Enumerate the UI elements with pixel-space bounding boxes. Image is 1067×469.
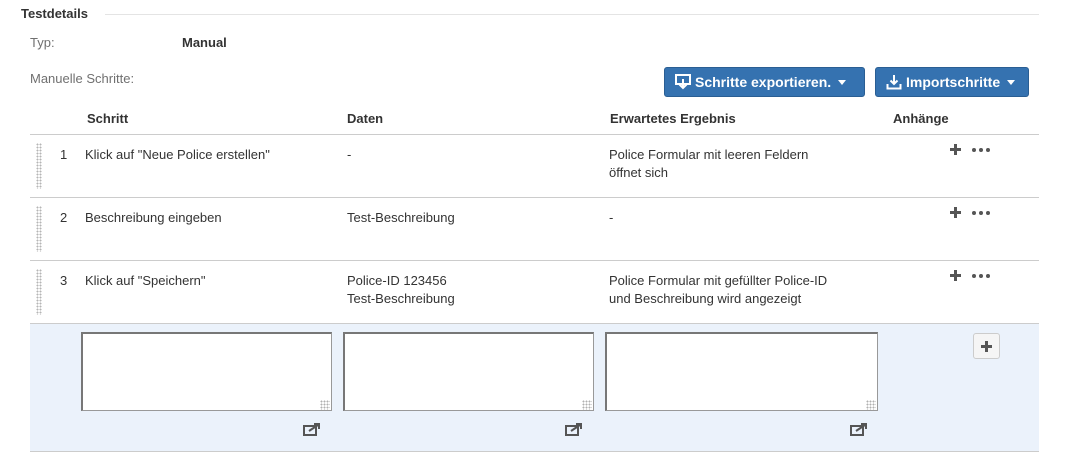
table-row: 2 Beschreibung eingeben Test-Beschreibun… — [30, 198, 1039, 261]
step-data-line: Police-ID 123456 — [347, 273, 447, 288]
step-data-line: Test-Beschreibung — [347, 291, 455, 306]
new-expected-field-wrap — [605, 324, 878, 452]
step-number: 1 — [60, 147, 68, 162]
import-download-icon — [886, 75, 902, 90]
add-attachment-icon[interactable] — [950, 144, 961, 155]
new-step-input[interactable] — [81, 332, 332, 411]
section-title: Testdetails — [21, 6, 88, 21]
step-expected-line: Police Formular mit gefüllter Police-ID — [609, 273, 828, 288]
step-expected[interactable]: Police Formular mit gefüllter Police-ID … — [609, 272, 827, 308]
step-data-line: - — [347, 147, 352, 162]
step-data[interactable]: Police-ID 123456 Test-Beschreibung — [347, 272, 455, 308]
share-icon[interactable] — [850, 422, 868, 436]
plus-icon — [981, 341, 992, 352]
step-text[interactable]: Klick auf "Speichern" — [85, 272, 206, 290]
step-expected-line: Police Formular mit leeren Feldern — [609, 147, 809, 162]
drag-handle-icon[interactable] — [36, 143, 42, 189]
step-text[interactable]: Klick auf "Neue Police erstellen" — [85, 146, 270, 164]
step-expected-line: und Beschreibung wird angezeigt — [609, 291, 802, 306]
add-step-button[interactable] — [973, 333, 1000, 359]
drag-handle-icon[interactable] — [36, 206, 42, 252]
import-steps-label: Importschritte — [906, 74, 1001, 90]
step-expected[interactable]: Police Formular mit leeren Feldern öffne… — [609, 146, 808, 182]
step-data-line: Test-Beschreibung — [347, 210, 455, 225]
table-row: 1 Klick auf "Neue Police erstellen" - Po… — [30, 135, 1039, 198]
chevron-down-icon — [1007, 79, 1016, 85]
section-divider — [105, 14, 1039, 15]
export-download-icon — [675, 74, 691, 90]
new-expected-input[interactable] — [605, 332, 878, 411]
table-row: 3 Klick auf "Speichern" Police-ID 123456… — [30, 261, 1039, 324]
step-expected[interactable]: - — [609, 209, 613, 227]
manual-steps-label: Manuelle Schritte: — [30, 71, 135, 86]
column-header-data: Daten — [347, 111, 384, 126]
column-header-attachments: Anhänge — [893, 111, 949, 126]
export-steps-button[interactable]: Schritte exportieren. — [664, 67, 865, 97]
column-header-expected: Erwartetes Ergebnis — [610, 111, 736, 126]
type-value: Manual — [182, 35, 227, 50]
export-steps-label: Schritte exportieren. — [695, 74, 832, 90]
step-number: 3 — [60, 273, 68, 288]
new-data-field-wrap — [343, 324, 594, 452]
share-icon[interactable] — [303, 422, 321, 436]
more-dots-icon[interactable] — [972, 210, 990, 216]
add-attachment-icon[interactable] — [950, 270, 961, 281]
new-data-input[interactable] — [343, 332, 594, 411]
new-step-row — [30, 324, 1039, 452]
step-expected-line: öffnet sich — [609, 165, 669, 180]
drag-handle-icon[interactable] — [36, 269, 42, 315]
share-icon[interactable] — [565, 422, 583, 436]
add-attachment-icon[interactable] — [950, 207, 961, 218]
step-data[interactable]: Test-Beschreibung — [347, 209, 455, 227]
step-number: 2 — [60, 210, 68, 225]
step-text[interactable]: Beschreibung eingeben — [85, 209, 222, 227]
step-data[interactable]: - — [347, 146, 351, 164]
more-dots-icon[interactable] — [972, 147, 990, 153]
step-expected-line: - — [609, 210, 614, 225]
new-step-field-wrap — [81, 324, 332, 452]
chevron-down-icon — [838, 79, 847, 85]
column-header-step: Schritt — [87, 111, 129, 126]
import-steps-button[interactable]: Importschritte — [875, 67, 1029, 97]
type-label: Typ: — [30, 35, 55, 50]
more-dots-icon[interactable] — [972, 273, 990, 279]
